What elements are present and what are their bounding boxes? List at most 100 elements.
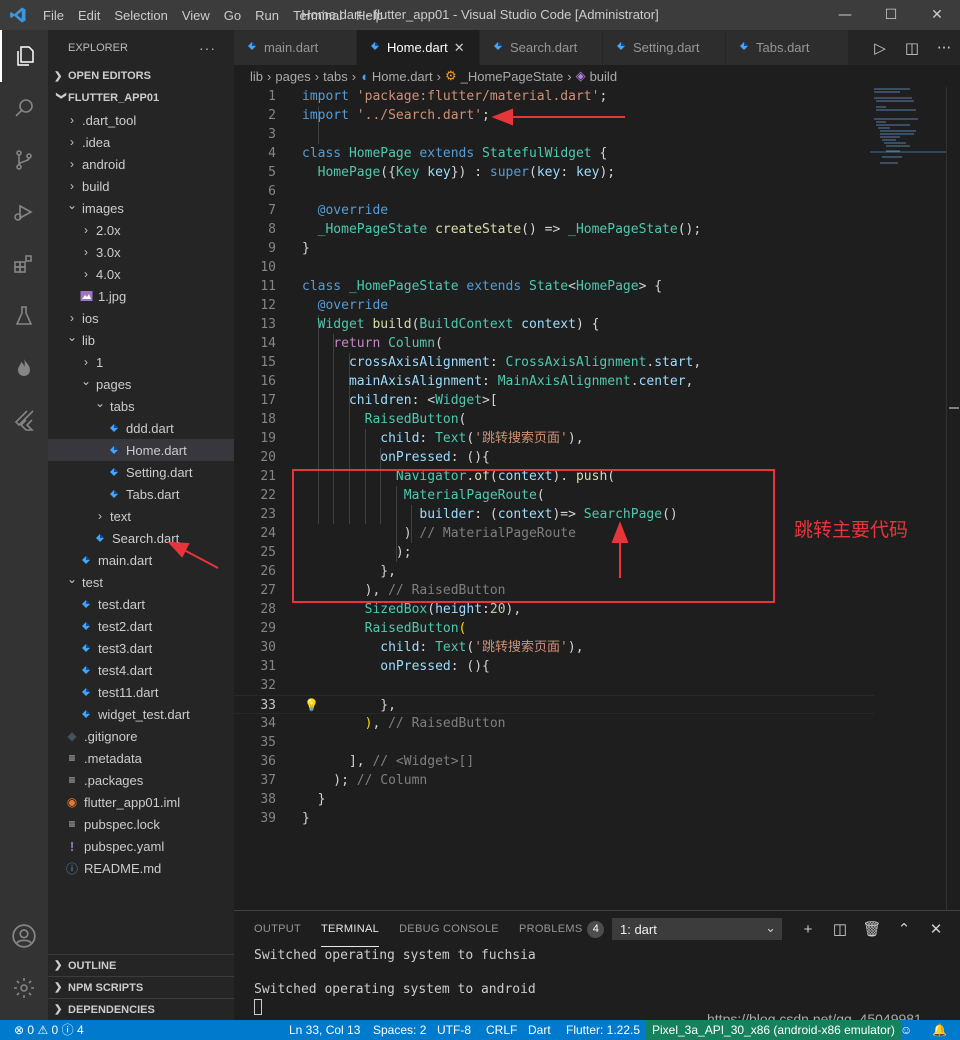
- tree-file[interactable]: test2.dart: [48, 615, 234, 637]
- flame-icon[interactable]: [0, 342, 48, 394]
- maximize-icon[interactable]: ☐: [868, 0, 914, 30]
- encoding[interactable]: UTF-8: [437, 1020, 471, 1040]
- tree-file[interactable]: ! pubspec.yaml: [48, 835, 234, 857]
- more-actions-icon[interactable]: ···: [928, 39, 960, 57]
- testing-flask-icon[interactable]: [0, 290, 48, 342]
- menu-selection[interactable]: Selection: [107, 8, 174, 23]
- indentation[interactable]: Spaces: 2: [373, 1020, 426, 1040]
- dependencies-section[interactable]: ❯ DEPENDENCIES: [48, 998, 234, 1020]
- tree-folder[interactable]: › 1: [48, 351, 234, 373]
- editor-scrollbar[interactable]: [946, 87, 960, 910]
- tree-file[interactable]: ≡ .packages: [48, 769, 234, 791]
- run-debug-icon[interactable]: [0, 186, 48, 238]
- tree-folder[interactable]: › build: [48, 175, 234, 197]
- open-editors-section[interactable]: ❯ OPEN EDITORS: [48, 65, 234, 87]
- outline-section[interactable]: ❯ OUTLINE: [48, 954, 234, 976]
- tree-file[interactable]: 1.jpg: [48, 285, 234, 307]
- tree-file[interactable]: Search.dart: [48, 527, 234, 549]
- tree-file[interactable]: ≡ .metadata: [48, 747, 234, 769]
- menu-run[interactable]: Run: [248, 8, 286, 23]
- tree-folder[interactable]: › 4.0x: [48, 263, 234, 285]
- editor-tab[interactable]: main.dart: [234, 30, 357, 65]
- tree-file[interactable]: Home.dart: [48, 439, 234, 461]
- breadcrumb-item[interactable]: Home.dart: [372, 69, 433, 84]
- project-section[interactable]: ❯ FLUTTER_APP01: [48, 87, 234, 109]
- device-selector[interactable]: Pixel_3a_API_30_x86 (android-x86 emulato…: [646, 1020, 901, 1040]
- language-mode[interactable]: Dart: [528, 1020, 551, 1040]
- tree-folder[interactable]: ⌄ images: [48, 197, 234, 219]
- tree-file[interactable]: ⓘ README.md: [48, 857, 234, 879]
- tree-file[interactable]: test4.dart: [48, 659, 234, 681]
- tree-folder[interactable]: ⌄ lib: [48, 329, 234, 351]
- split-editor-icon[interactable]: ◫: [896, 39, 928, 57]
- run-icon[interactable]: ▷: [864, 39, 896, 57]
- close-tab-icon[interactable]: ✕: [454, 40, 465, 56]
- minimap[interactable]: [870, 87, 946, 167]
- breadcrumb-item[interactable]: _HomePageState: [461, 69, 564, 84]
- tree-file[interactable]: ◉ flutter_app01.iml: [48, 791, 234, 813]
- split-terminal-icon[interactable]: ◫: [824, 920, 856, 938]
- tree-file[interactable]: Setting.dart: [48, 461, 234, 483]
- menu-help[interactable]: Help: [349, 8, 390, 23]
- menu-file[interactable]: File: [36, 8, 71, 23]
- tree-folder[interactable]: › 3.0x: [48, 241, 234, 263]
- maximize-panel-icon[interactable]: ⌃: [888, 920, 920, 938]
- tab-problems[interactable]: PROBLEMS 4: [519, 911, 605, 947]
- terminal-output[interactable]: Switched operating system to fuchsia Swi…: [234, 947, 960, 1015]
- flutter-icon[interactable]: [0, 394, 48, 446]
- tree-folder[interactable]: › android: [48, 153, 234, 175]
- tree-folder[interactable]: › .idea: [48, 131, 234, 153]
- close-panel-icon[interactable]: ✕: [920, 920, 952, 938]
- code-editor[interactable]: 1 import 'package:flutter/material.dart';…: [234, 87, 874, 828]
- problems-status[interactable]: ⊗ 0 ⚠ 0 ⓘ 4: [14, 1020, 84, 1040]
- editor-tab[interactable]: Search.dart: [480, 30, 603, 65]
- tab-debug-console[interactable]: DEBUG CONSOLE: [399, 911, 499, 947]
- extensions-icon[interactable]: [0, 238, 48, 290]
- tree-file[interactable]: Tabs.dart: [48, 483, 234, 505]
- source-control-icon[interactable]: [0, 134, 48, 186]
- tree-folder[interactable]: ⌄ test: [48, 571, 234, 593]
- tab-terminal[interactable]: TERMINAL: [321, 911, 380, 947]
- breadcrumb-item[interactable]: tabs: [323, 69, 348, 84]
- tree-folder[interactable]: › 2.0x: [48, 219, 234, 241]
- more-actions-icon[interactable]: ···: [199, 40, 216, 56]
- cursor-position[interactable]: Ln 33, Col 13: [289, 1020, 360, 1040]
- npm-scripts-section[interactable]: ❯ NPM SCRIPTS: [48, 976, 234, 998]
- editor-tab[interactable]: Home.dart ✕: [357, 30, 480, 65]
- tree-file[interactable]: test11.dart: [48, 681, 234, 703]
- tree-folder[interactable]: ⌄ tabs: [48, 395, 234, 417]
- menu-terminal[interactable]: Terminal: [286, 8, 349, 23]
- tree-file[interactable]: ≡ pubspec.lock: [48, 813, 234, 835]
- tree-file[interactable]: ddd.dart: [48, 417, 234, 439]
- trash-icon[interactable]: 🗑: [856, 920, 888, 938]
- account-icon[interactable]: [0, 910, 48, 962]
- feedback-icon[interactable]: ☺: [900, 1020, 912, 1040]
- line-ending[interactable]: CRLF: [486, 1020, 517, 1040]
- breadcrumb-item[interactable]: lib: [250, 69, 263, 84]
- settings-gear-icon[interactable]: [0, 962, 48, 1014]
- explorer-icon[interactable]: [0, 30, 48, 82]
- search-icon[interactable]: [0, 82, 48, 134]
- flutter-version[interactable]: Flutter: 1.22.5: [566, 1020, 640, 1040]
- terminal-select[interactable]: 1: dart ⌄: [612, 918, 782, 940]
- new-terminal-icon[interactable]: +: [792, 921, 824, 938]
- tree-file[interactable]: test3.dart: [48, 637, 234, 659]
- menu-go[interactable]: Go: [217, 8, 248, 23]
- tree-folder[interactable]: ⌄ pages: [48, 373, 234, 395]
- breadcrumb-item[interactable]: pages: [275, 69, 310, 84]
- minimize-icon[interactable]: —: [822, 0, 868, 30]
- tab-output[interactable]: OUTPUT: [254, 911, 301, 947]
- menu-edit[interactable]: Edit: [71, 8, 107, 23]
- breadcrumb-item[interactable]: build: [590, 69, 617, 84]
- tree-file[interactable]: widget_test.dart: [48, 703, 234, 725]
- tree-folder[interactable]: › .dart_tool: [48, 109, 234, 131]
- tree-file[interactable]: test.dart: [48, 593, 234, 615]
- tree-file[interactable]: ◆ .gitignore: [48, 725, 234, 747]
- close-window-icon[interactable]: ✕: [914, 0, 960, 30]
- editor-tab[interactable]: Setting.dart: [603, 30, 726, 65]
- tree-file[interactable]: main.dart: [48, 549, 234, 571]
- menu-view[interactable]: View: [175, 8, 217, 23]
- editor-tab[interactable]: Tabs.dart: [726, 30, 849, 65]
- tree-folder[interactable]: › ios: [48, 307, 234, 329]
- notifications-bell-icon[interactable]: 🔔: [932, 1020, 947, 1040]
